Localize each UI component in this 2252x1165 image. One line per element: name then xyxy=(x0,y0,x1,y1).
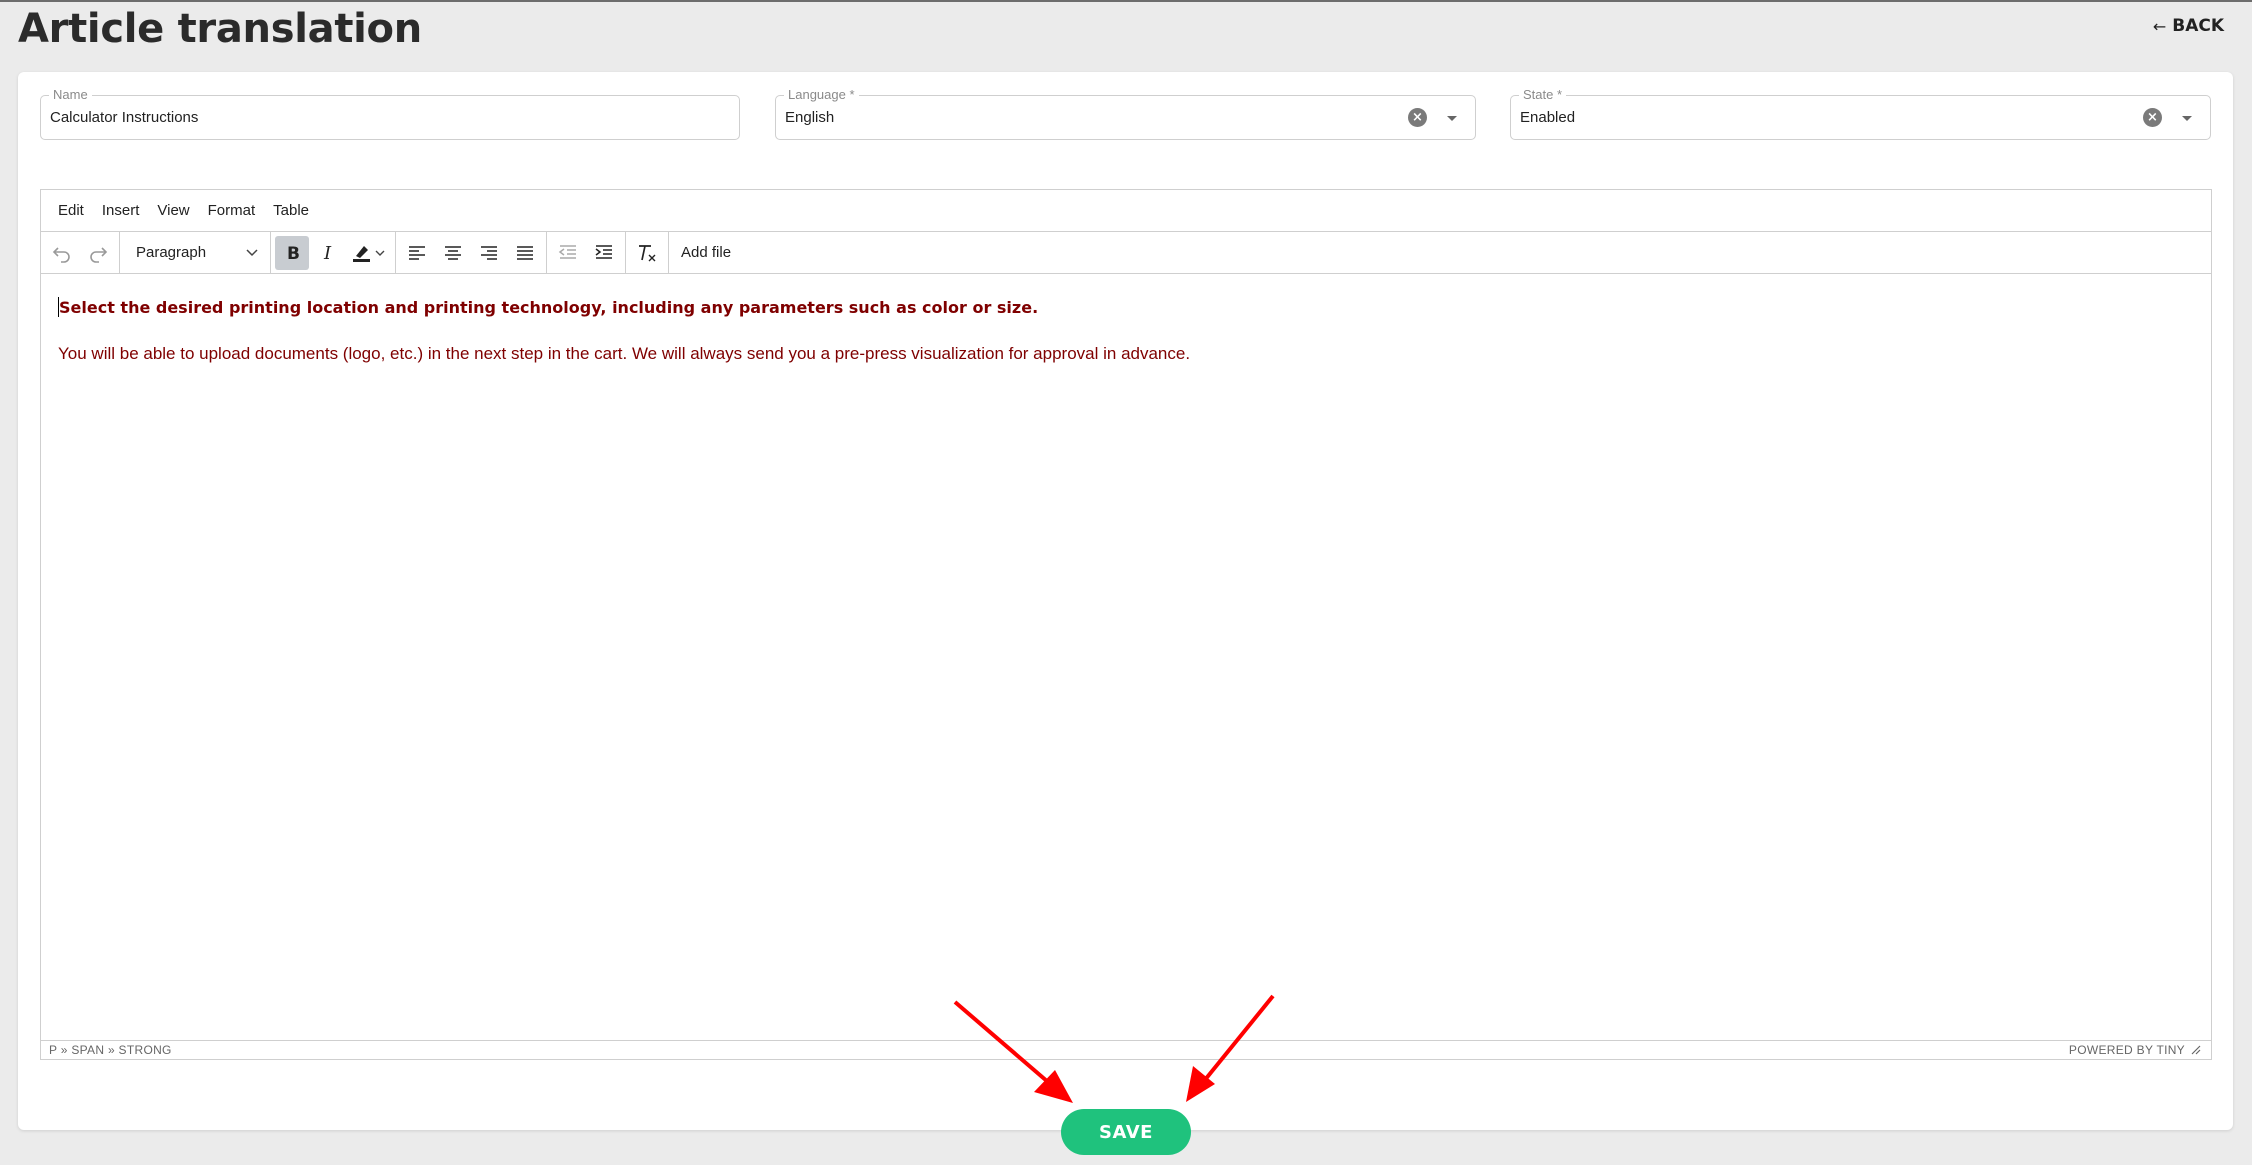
align-left-icon[interactable] xyxy=(400,236,434,270)
name-label: Name xyxy=(49,87,92,103)
chevron-down-icon xyxy=(246,248,258,256)
align-right-icon[interactable] xyxy=(472,236,506,270)
align-center-icon[interactable] xyxy=(436,236,470,270)
block-format-select[interactable]: Paragraph xyxy=(126,236,264,270)
editor-statusbar: P » SPAN » STRONG POWERED BY TINY xyxy=(41,1040,2211,1059)
menu-format[interactable]: Format xyxy=(199,190,265,232)
language-dropdown-icon[interactable] xyxy=(1447,116,1457,121)
language-value: English xyxy=(785,109,835,126)
menu-view[interactable]: View xyxy=(148,190,198,232)
history-group xyxy=(41,232,120,273)
indent-icon[interactable] xyxy=(587,236,621,270)
redo-icon[interactable] xyxy=(81,236,115,270)
clear-formatting-icon[interactable] xyxy=(630,236,664,270)
editor-menubar: Edit Insert View Format Table xyxy=(41,190,2211,232)
state-select[interactable]: State * Enabled × xyxy=(1510,87,2211,140)
back-arrow-icon: ← xyxy=(2152,16,2167,36)
add-file-button[interactable]: Add file xyxy=(669,232,743,273)
content-paragraph-2: You will be able to upload documents (lo… xyxy=(58,344,1191,363)
svg-text:B: B xyxy=(287,244,300,263)
menu-edit[interactable]: Edit xyxy=(49,190,93,232)
inline-format-group: B I xyxy=(271,232,396,273)
alignment-group xyxy=(396,232,547,273)
block-format-value: Paragraph xyxy=(136,244,207,261)
language-label: Language * xyxy=(784,87,859,103)
state-clear-icon[interactable]: × xyxy=(2143,108,2162,127)
indent-group xyxy=(547,232,626,273)
editor-content[interactable]: Select the desired printing location and… xyxy=(41,274,2211,410)
language-select[interactable]: Language * English × xyxy=(775,87,1476,140)
state-value: Enabled xyxy=(1520,109,1576,126)
save-button[interactable]: SAVE xyxy=(1061,1109,1191,1155)
justify-icon[interactable] xyxy=(508,236,542,270)
undo-icon[interactable] xyxy=(45,236,79,270)
language-clear-icon[interactable]: × xyxy=(1408,108,1427,127)
content-paragraph-1: Select the desired printing location and… xyxy=(58,296,2194,320)
page-title: Article translation xyxy=(18,6,422,52)
highlight-color-icon[interactable] xyxy=(347,236,391,270)
top-border xyxy=(0,0,2252,2)
bold-icon[interactable]: B xyxy=(275,235,309,270)
back-label: BACK xyxy=(2172,16,2224,36)
menu-table[interactable]: Table xyxy=(264,190,318,232)
name-field[interactable]: Name Calculator Instructions xyxy=(40,87,740,140)
element-path[interactable]: P » SPAN » STRONG xyxy=(49,1043,172,1057)
svg-text:I: I xyxy=(323,243,332,263)
block-format-group: Paragraph xyxy=(120,232,271,273)
name-value: Calculator Instructions xyxy=(50,109,199,126)
state-label: State * xyxy=(1519,87,1567,103)
form-card: Name Calculator Instructions Language * … xyxy=(18,72,2233,1130)
state-dropdown-icon[interactable] xyxy=(2182,116,2192,121)
rich-text-editor: Edit Insert View Format Table Paragraph xyxy=(40,189,2212,1060)
outdent-icon[interactable] xyxy=(551,236,585,270)
resize-handle-icon[interactable] xyxy=(2191,1045,2201,1055)
content-line-1: Select the desired printing location and… xyxy=(59,298,1039,317)
clear-format-group xyxy=(626,232,669,273)
powered-by-label[interactable]: POWERED BY TINY xyxy=(2069,1043,2185,1057)
editor-toolbar: Paragraph B I Add file xyxy=(41,232,2211,274)
back-button[interactable]: ← BACK xyxy=(2153,16,2224,36)
italic-icon[interactable]: I xyxy=(311,236,345,270)
menu-insert[interactable]: Insert xyxy=(93,190,149,232)
